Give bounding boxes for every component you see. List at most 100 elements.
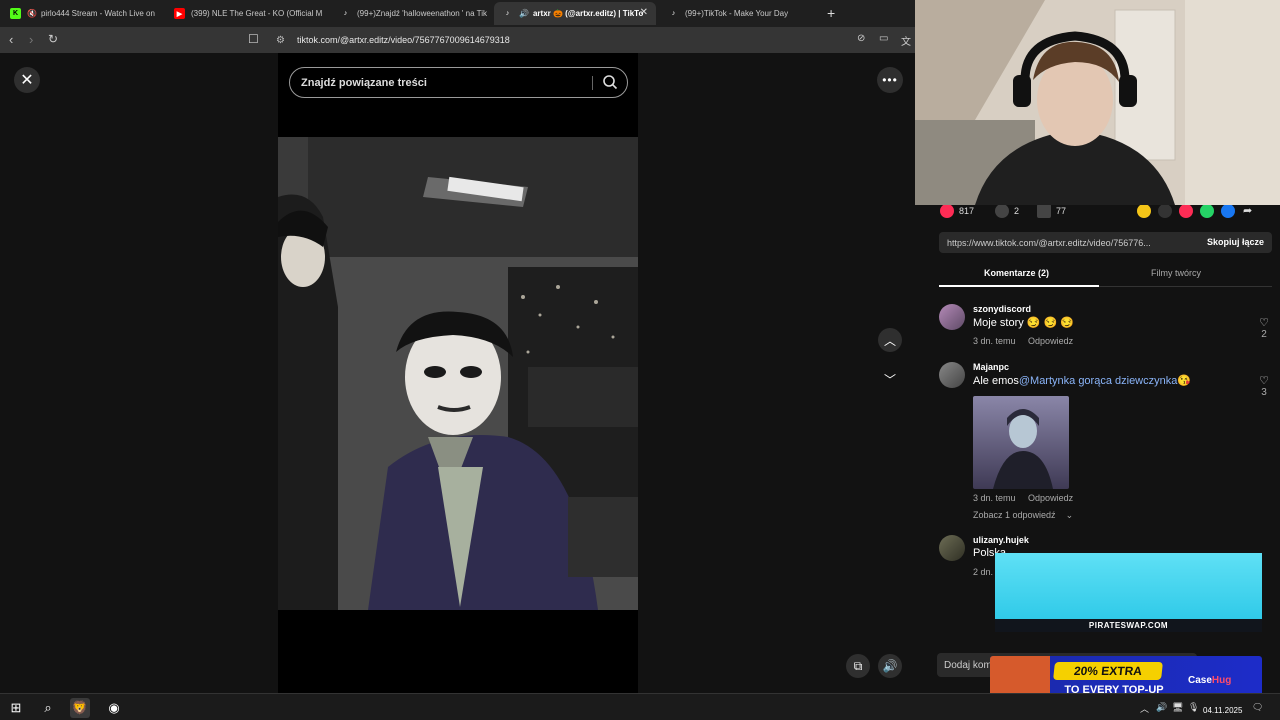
save-stat[interactable]: 77	[1037, 204, 1066, 218]
tab-tiktok-video[interactable]: ♪ 🔊 artxr 🎃 (@artxr.editz) | TikTo ✕	[494, 2, 656, 25]
more-options-button[interactable]: •••	[877, 67, 903, 93]
search-icon[interactable]	[602, 74, 618, 90]
avatar[interactable]	[939, 362, 965, 388]
windows-start-icon[interactable]: ⊞	[6, 698, 26, 718]
next-video-button[interactable]: ﹀	[878, 367, 902, 391]
tab-comments[interactable]: Komentarze (2)	[984, 268, 1049, 278]
close-tab-icon[interactable]: ✕	[640, 7, 648, 18]
tab-creator-videos[interactable]: Filmy twórcy	[1151, 268, 1201, 278]
comment-text-part: Ale emos	[973, 375, 1019, 387]
tab-tiktok-home[interactable]: ♪ (99+)TikTok - Make Your Day	[660, 2, 820, 25]
comment-like-count: 2	[1261, 329, 1267, 340]
floating-player-button[interactable]: ⧉	[846, 654, 870, 678]
heart-outline-icon: ♡	[1259, 317, 1269, 329]
site-settings-icon[interactable]: ⚙	[276, 35, 285, 46]
search-divider	[592, 76, 593, 90]
mic-icon[interactable]: 🎙	[1188, 702, 1199, 713]
webcam-drawing	[915, 0, 1280, 205]
ad-brand-part-a: Case	[1188, 675, 1212, 686]
video-stats: 817 2 77 ➦	[915, 204, 1280, 222]
brave-browser-icon[interactable]: 🦁	[70, 698, 90, 718]
pirateswap-ad[interactable]: PIRATESWAP.COM	[995, 553, 1262, 632]
reply-button[interactable]: Odpowiedz	[1028, 493, 1073, 503]
tab-tiktok-search[interactable]: ♪ (99+)Znajdź 'halloweenathon ' na Tik	[332, 2, 490, 25]
tab-label: artxr 🎃 (@artxr.editz) | TikTo	[532, 9, 644, 18]
ad-brand: CaseHug	[1188, 675, 1231, 686]
muted-speaker-icon: 🔇	[27, 9, 37, 18]
copy-link-button[interactable]: Skopiuj łącze	[1207, 237, 1264, 247]
tiktok-icon: ♪	[343, 10, 348, 17]
tab-youtube[interactable]: ▶ (399) NLE The Great - KO (Official M	[166, 2, 328, 25]
related-search-input[interactable]: Znajdź powiązane treści	[289, 67, 628, 98]
reply-button[interactable]: Odpowiedz	[1028, 336, 1073, 346]
taskbar-date: 04.11.2025	[1203, 706, 1243, 715]
address-bar[interactable]: ⚙ tiktok.com/@artxr.editz/video/75677670…	[270, 29, 915, 51]
translate-icon[interactable]: 文	[901, 33, 911, 48]
comment-emoji: 😘	[1177, 375, 1192, 387]
avatar[interactable]	[939, 535, 965, 561]
comment-time: 3 dn. temu	[973, 493, 1016, 503]
tray-chevron-icon[interactable]: ︿	[1140, 702, 1149, 715]
no-cast-icon[interactable]: ⊘	[857, 33, 865, 44]
url-text: tiktok.com/@artxr.editz/video/7567767009…	[296, 35, 510, 45]
speaker-icon: 🔊	[519, 9, 529, 18]
app-icon[interactable]: ◉	[104, 698, 124, 718]
ad-brand-text: PIRATESWAP.COM	[995, 619, 1262, 632]
search-icon[interactable]: ⌕	[38, 698, 58, 718]
active-tab-indicator	[939, 285, 1099, 287]
comment-time: 2 dn.	[973, 567, 994, 577]
volume-button[interactable]: 🔊	[878, 654, 902, 678]
comment-like-count: 3	[1261, 387, 1267, 398]
avatar[interactable]	[939, 304, 965, 330]
comment-like[interactable]: ♡ 2	[1256, 316, 1272, 340]
kick-icon: K	[10, 8, 21, 19]
comment-text: Ale emos@Martynka gorąca dziewczynka😘	[973, 374, 1191, 387]
tab-label: (99+)Znajdź 'halloweenathon ' na Tik	[357, 9, 488, 18]
cast-icon[interactable]: ▭	[879, 33, 888, 44]
comment-username[interactable]: szonydiscord	[973, 304, 1031, 314]
whatsapp-icon[interactable]	[1200, 204, 1214, 218]
comment-icon	[995, 204, 1009, 218]
forward-icon[interactable]: ›	[29, 32, 33, 47]
comment-text: Moje story 😏 😏 😏	[973, 317, 1074, 329]
comment-mention[interactable]: @Martynka gorąca dziewczynka	[1019, 375, 1178, 387]
new-tab-button[interactable]: +	[827, 5, 835, 21]
view-replies-label: Zobacz 1 odpowiedź	[973, 510, 1056, 520]
chevron-down-icon: ⌄	[1065, 510, 1074, 520]
webcam-overlay	[915, 0, 1280, 205]
view-replies-button[interactable]: Zobacz 1 odpowiedź ⌄	[973, 510, 1083, 521]
comment-stat[interactable]: 2	[995, 204, 1019, 218]
heart-outline-icon: ♡	[1259, 375, 1269, 387]
tiktok-share-icon[interactable]	[1179, 204, 1193, 218]
tab-kick[interactable]: K 🔇 pirlo444 Stream - Watch Live on	[2, 2, 162, 25]
back-icon[interactable]: ‹	[9, 32, 13, 47]
add-comment-placeholder: Dodaj kom	[944, 659, 992, 671]
comment-item: Majanpc Ale emos@Martynka gorąca dziewcz…	[939, 362, 1272, 527]
heart-icon	[940, 204, 954, 218]
bookmark-icon[interactable]: ☐	[248, 32, 259, 46]
reload-icon[interactable]: ↻	[48, 32, 58, 46]
close-video-button[interactable]: ✕	[14, 67, 40, 93]
save-count: 77	[1056, 206, 1067, 216]
previous-video-button[interactable]: ︿	[878, 328, 902, 352]
speaker-tray-icon[interactable]: 🔊	[1156, 702, 1167, 713]
comment-username[interactable]: ulizany.hujek	[973, 535, 1029, 545]
notification-icon[interactable]: 🗨	[1252, 702, 1263, 713]
comment-time: 3 dn. temu	[973, 336, 1016, 346]
comments-tabs: Komentarze (2) Filmy twórcy	[939, 263, 1272, 287]
share-arrow-icon[interactable]: ➦	[1243, 204, 1252, 217]
comment-like[interactable]: ♡ 3	[1256, 374, 1272, 398]
tab-label: (99+)TikTok - Make Your Day	[685, 9, 789, 18]
emoji-share-icon[interactable]	[1137, 204, 1151, 218]
search-placeholder: Znajdź powiązane treści	[301, 76, 427, 89]
tiktok-icon: ♪	[671, 10, 676, 17]
comment-image-drawing	[993, 409, 1053, 489]
facebook-icon[interactable]	[1221, 204, 1235, 218]
like-stat[interactable]: 817	[940, 204, 974, 218]
network-icon[interactable]: 🖥	[1172, 702, 1183, 713]
comment-username[interactable]: Majanpc	[973, 362, 1009, 372]
embed-icon[interactable]	[1158, 204, 1172, 218]
comment-count: 2	[1014, 206, 1020, 216]
comment-image[interactable]	[973, 396, 1069, 489]
share-url-box[interactable]: https://www.tiktok.com/@artxr.editz/vide…	[939, 232, 1272, 253]
